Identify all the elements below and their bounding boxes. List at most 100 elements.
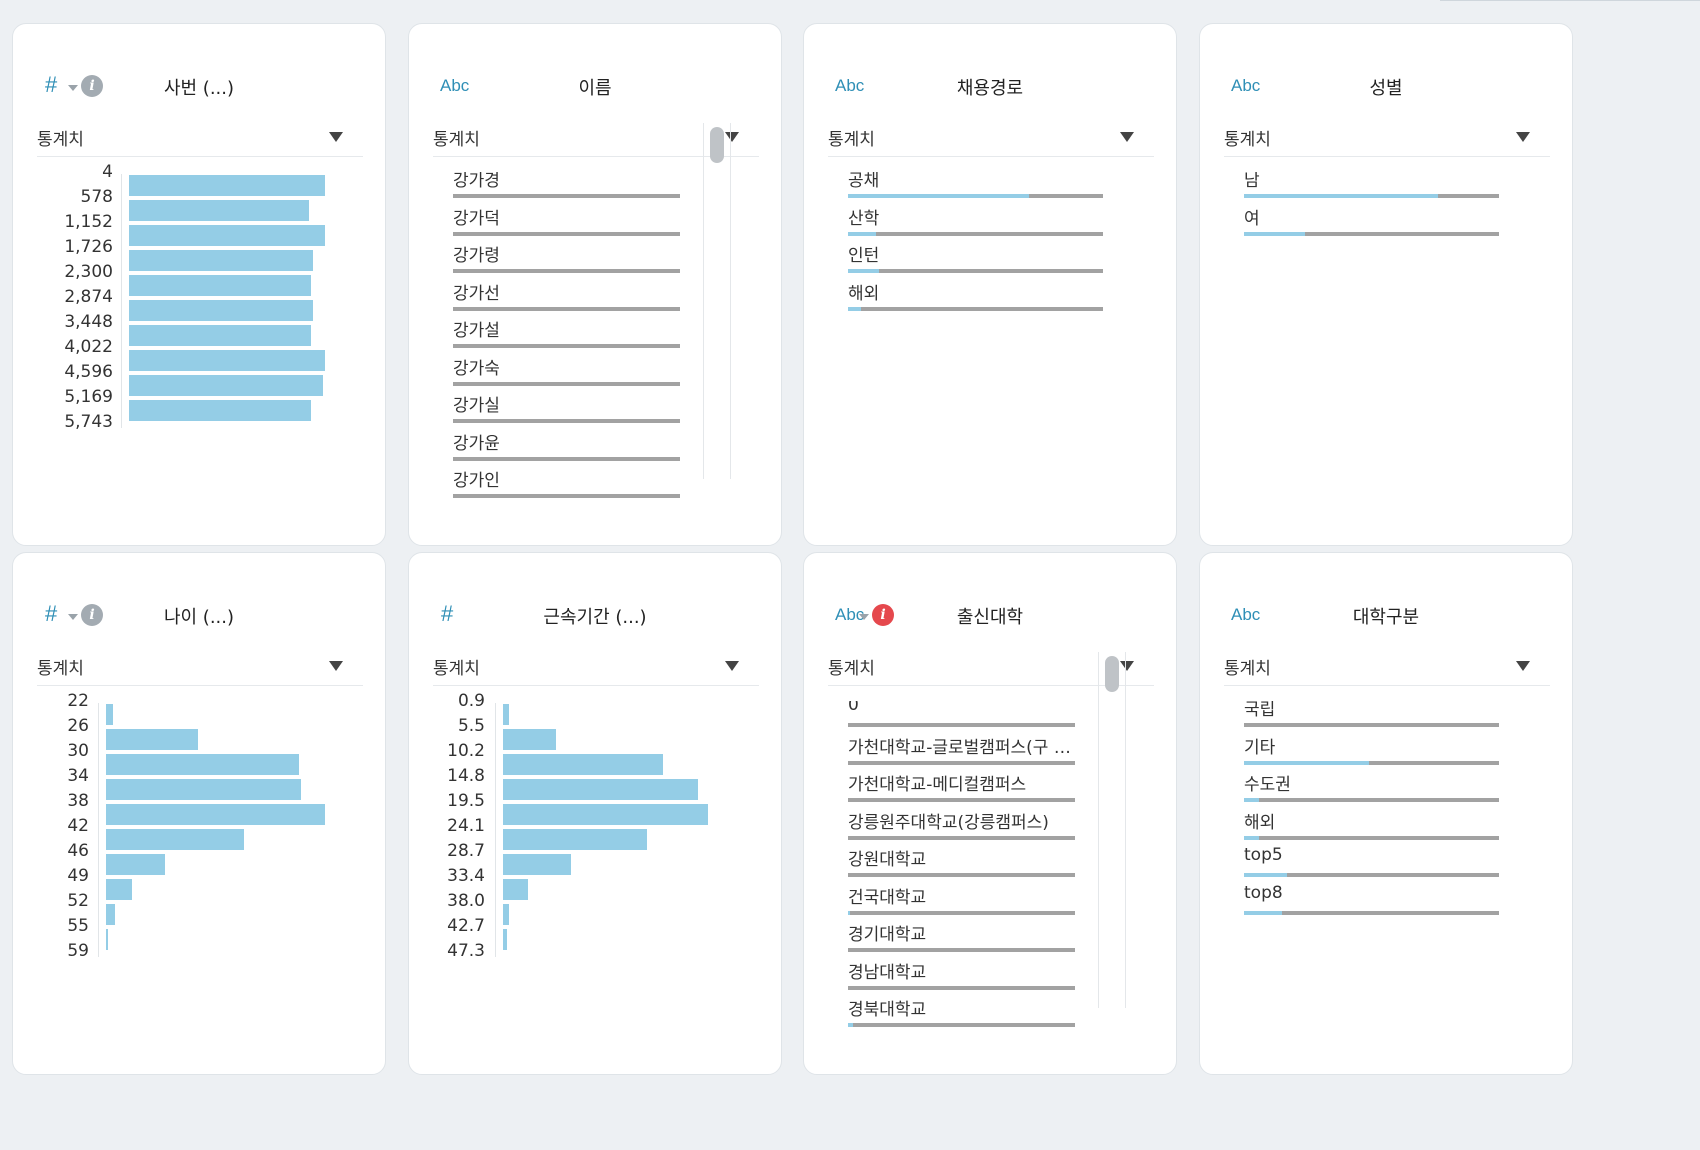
category-label: 강가숙 (453, 358, 500, 379)
frequency-bar (1244, 194, 1499, 198)
histogram-bar[interactable] (503, 854, 571, 875)
histogram-bar[interactable] (106, 854, 165, 875)
list-item[interactable]: 가천대학교-글로벌캠퍼스(구 … (848, 733, 1075, 773)
histogram-bar[interactable] (106, 904, 115, 925)
frequency-bar (848, 269, 1103, 273)
list-item[interactable]: 기타 (1244, 733, 1499, 773)
histogram-bar[interactable] (503, 704, 509, 725)
scrollbar-thumb[interactable] (710, 127, 724, 163)
histogram-bar[interactable] (106, 779, 301, 800)
frequency-bar (453, 231, 680, 236)
list-item[interactable]: 경남대학교 (848, 958, 1075, 998)
list-item[interactable]: 경기대학교 (848, 920, 1075, 960)
list-item[interactable]: 해외 (848, 279, 1103, 319)
list-item[interactable]: 건국대학교 (848, 883, 1075, 923)
statistics-dropdown[interactable]: 통계치 (1224, 651, 1550, 686)
histogram-bar[interactable] (129, 275, 311, 296)
histogram-bar[interactable] (503, 904, 509, 925)
histogram-bar[interactable] (503, 804, 708, 825)
histogram-bar[interactable] (106, 754, 299, 775)
histogram-bin-label: 5,169 (64, 387, 113, 407)
histogram-bar[interactable] (106, 929, 108, 950)
list-item[interactable]: 강가실 (453, 391, 680, 431)
histogram-bar[interactable] (129, 300, 313, 321)
list-item[interactable]: 0 (848, 701, 1075, 735)
list-item[interactable]: 강가령 (453, 241, 680, 281)
dropdown-caret-icon[interactable] (725, 661, 739, 671)
list-item[interactable]: 강가숙 (453, 354, 680, 394)
histogram-bar[interactable] (129, 350, 325, 371)
dropdown-caret-icon[interactable] (1516, 661, 1530, 671)
histogram-bar[interactable] (106, 704, 113, 725)
list-item[interactable]: 여 (1244, 204, 1499, 244)
histogram-bar[interactable] (129, 200, 309, 221)
frequency-bar (1244, 798, 1499, 802)
list-item[interactable]: 강가경 (453, 172, 680, 206)
list-item[interactable]: 가천대학교-메디컬캠퍼스 (848, 770, 1075, 810)
list-item[interactable]: 강릉원주대학교(강릉캠퍼스) (848, 808, 1075, 848)
statistics-dropdown-label: 통계치 (1224, 130, 1271, 150)
histogram-bar[interactable] (129, 375, 323, 396)
histogram-bar[interactable] (106, 879, 132, 900)
list-item[interactable]: 인턴 (848, 241, 1103, 281)
histogram-bar[interactable] (503, 729, 556, 750)
histogram-bar[interactable] (106, 829, 244, 850)
histogram-bar[interactable] (129, 175, 325, 196)
histogram: 4 578 1,152 1,726 2,300 2,874 3,448 4,022 4,596 5… (13, 162, 385, 472)
histogram-bar[interactable] (503, 879, 528, 900)
histogram-bar[interactable] (129, 400, 311, 421)
list-item[interactable]: 강가윤 (453, 429, 680, 469)
histogram-bar[interactable] (503, 779, 698, 800)
list-item[interactable]: 산학 (848, 204, 1103, 244)
list-item[interactable]: 강가덕 (453, 204, 680, 244)
list-item[interactable]: 남 (1244, 172, 1499, 206)
histogram-bar[interactable] (503, 929, 507, 950)
column-title: 채용경로 (956, 78, 1024, 99)
list-item[interactable]: 해외 (1244, 808, 1499, 848)
histogram-bar[interactable] (106, 804, 325, 825)
histogram-bin-label: 1,726 (64, 237, 113, 257)
histogram-bar[interactable] (503, 754, 663, 775)
dropdown-caret-icon[interactable] (329, 132, 343, 142)
category-label: 해외 (848, 283, 880, 304)
vertical-scrollbar[interactable] (703, 123, 731, 479)
column-title: 이름 (578, 78, 612, 99)
scrollbar-thumb[interactable] (1105, 656, 1119, 692)
histogram-bar[interactable] (106, 729, 198, 750)
frequency-bar (848, 910, 1075, 915)
histogram-bin-label: 5,743 (64, 412, 113, 432)
list-item[interactable]: top8 (1244, 883, 1499, 923)
list-item[interactable]: 강가설 (453, 316, 680, 356)
vertical-scrollbar[interactable] (1098, 652, 1126, 1008)
list-item[interactable]: 공채 (848, 172, 1103, 206)
histogram-bar[interactable] (503, 829, 647, 850)
dropdown-caret-icon[interactable] (329, 661, 343, 671)
histogram-bin-label: 2,874 (64, 287, 113, 307)
list-item[interactable]: 강가인 (453, 466, 680, 506)
statistics-dropdown[interactable]: 통계치 (828, 122, 1154, 157)
statistics-dropdown[interactable]: 통계치 (433, 651, 759, 686)
statistics-dropdown-label: 통계치 (828, 130, 875, 150)
histogram-bin-label: 28.7 (447, 841, 485, 861)
list-item[interactable]: 국립 (1244, 701, 1499, 735)
dropdown-caret-icon[interactable] (1516, 132, 1530, 142)
histogram-bar[interactable] (129, 250, 313, 271)
list-item[interactable]: 강가선 (453, 279, 680, 319)
statistics-dropdown[interactable]: 통계치 (1224, 122, 1550, 157)
histogram-bar[interactable] (129, 225, 325, 246)
list-item[interactable]: 강원대학교 (848, 845, 1075, 885)
frequency-bar (1244, 760, 1499, 765)
list-item[interactable]: top5 (1244, 845, 1499, 885)
statistics-dropdown[interactable]: 통계치 (37, 122, 363, 157)
frequency-bar-fill (1244, 835, 1259, 840)
frequency-bar (848, 723, 1075, 727)
card-header: # 근속기간 (...) (409, 601, 781, 633)
frequency-bar (848, 1023, 1075, 1027)
list-item[interactable]: 경북대학교 (848, 995, 1075, 1035)
column-card: Abc 채용경로 통계치 공채 산학 인턴 해외 (803, 23, 1177, 546)
list-item[interactable]: 수도권 (1244, 770, 1499, 810)
histogram-bar[interactable] (129, 325, 311, 346)
dropdown-caret-icon[interactable] (1120, 132, 1134, 142)
statistics-dropdown[interactable]: 통계치 (37, 651, 363, 686)
card-header: Abc i 출신대학 (804, 601, 1176, 633)
